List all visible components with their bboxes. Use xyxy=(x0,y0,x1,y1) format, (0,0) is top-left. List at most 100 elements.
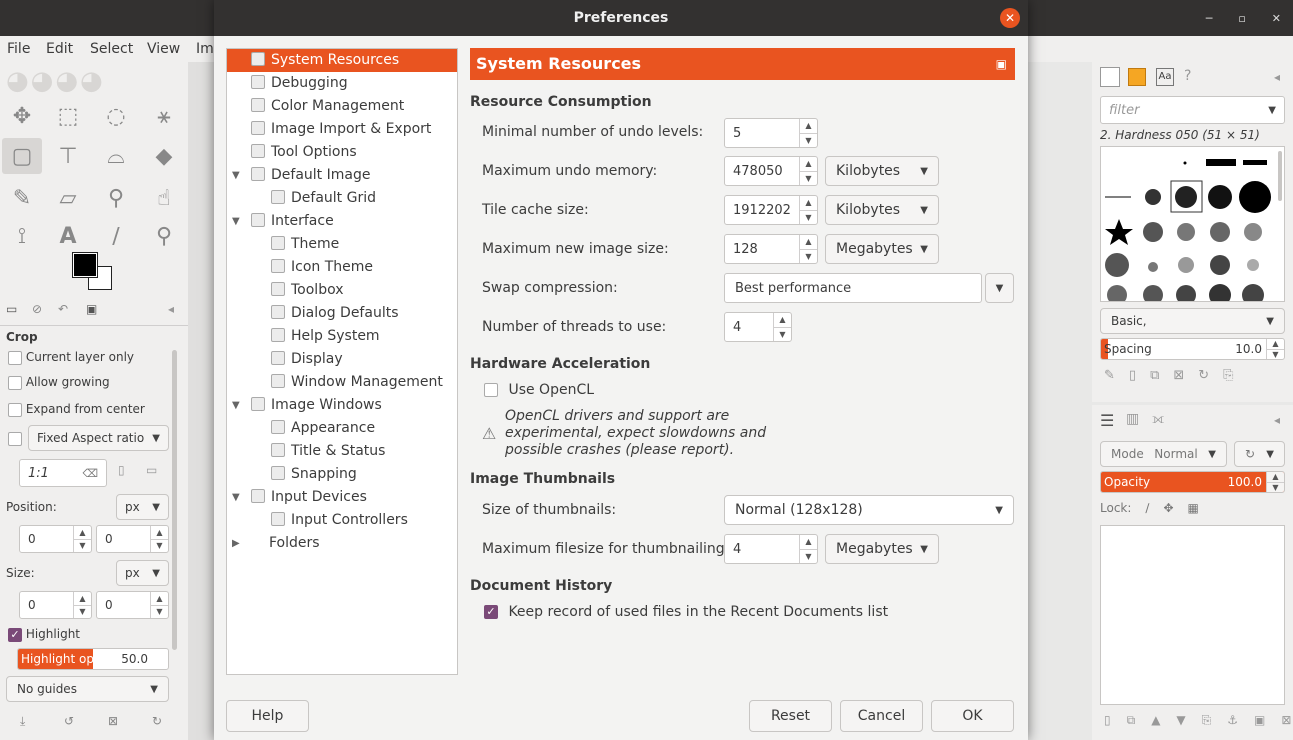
free-select-tool-icon[interactable]: ◌ xyxy=(98,100,134,132)
open-brush-as-image-icon[interactable]: ⎘ xyxy=(1223,368,1233,383)
decrement-icon[interactable]: ▼ xyxy=(1267,483,1284,493)
menu-file[interactable]: File xyxy=(7,41,30,57)
expand-from-center-row[interactable]: Expand from center xyxy=(8,402,145,417)
undo-memory-input[interactable]: 478050 ▲ ▼ xyxy=(724,156,818,186)
swap-compression-combo[interactable]: Best performance xyxy=(724,273,982,303)
highlight-opacity-slider[interactable]: Highlight opa… 50.0 xyxy=(17,648,169,670)
tile-cache-unit-dropdown[interactable]: Kilobytes ▼ xyxy=(825,195,939,225)
portrait-icon[interactable]: ▯ xyxy=(118,463,125,477)
rect-select-tool-icon[interactable]: ⬚ xyxy=(50,100,86,132)
max-image-size-spinner[interactable]: ▲ ▼ xyxy=(799,235,817,263)
expander-down-icon[interactable]: ▼ xyxy=(232,394,240,417)
paintbrush-tool-icon[interactable]: ✎ xyxy=(4,182,40,214)
threads-input[interactable]: 4 ▲ ▼ xyxy=(724,312,792,342)
reset-button[interactable]: Reset xyxy=(749,700,832,732)
crop-tool-icon[interactable]: ▢ xyxy=(2,138,42,174)
highlight-row[interactable]: ✓ Highlight xyxy=(8,627,80,642)
spacing-spinner[interactable]: ▲ ▼ xyxy=(1266,339,1284,359)
eraser-tool-icon[interactable]: ▱ xyxy=(50,182,86,214)
composite-mode-dropdown[interactable]: ↻ ▼ xyxy=(1234,441,1285,467)
decrement-icon[interactable]: ▼ xyxy=(151,606,168,619)
zoom-tool-icon[interactable]: ⚲ xyxy=(146,220,182,252)
smudge-tool-icon[interactable]: ☝ xyxy=(146,182,182,214)
ok-button[interactable]: OK xyxy=(931,700,1014,732)
menu-image[interactable]: Im xyxy=(196,41,214,57)
tree-item[interactable]: Icon Theme xyxy=(227,256,457,279)
size-width-spinner[interactable]: ▲ ▼ xyxy=(73,592,91,618)
clear-icon[interactable]: ⌫ xyxy=(82,467,98,480)
decrement-icon[interactable]: ▼ xyxy=(800,172,817,186)
channels-tab-icon[interactable]: ▥ xyxy=(1126,411,1139,427)
allow-growing-checkbox[interactable] xyxy=(8,375,22,390)
thumbnail-size-dropdown[interactable]: Normal (128x128) ▼ xyxy=(724,495,1014,525)
undo-memory-unit-dropdown[interactable]: Kilobytes ▼ xyxy=(825,156,939,186)
allow-growing-row[interactable]: Allow growing xyxy=(8,375,110,390)
minimize-icon[interactable]: ─ xyxy=(1206,12,1213,25)
tree-item[interactable]: ▼ Default Image xyxy=(227,164,457,187)
tree-item[interactable]: ▶ Folders xyxy=(227,532,457,555)
reset-options-icon[interactable]: ↻ xyxy=(152,714,162,728)
current-layer-only-checkbox[interactable] xyxy=(8,350,22,365)
tree-item[interactable]: Dialog Defaults xyxy=(227,302,457,325)
anchor-layer-icon[interactable]: ⚓ xyxy=(1227,713,1238,728)
brush-filter-input[interactable]: filter ▼ xyxy=(1100,96,1285,124)
thumbnail-filesize-input[interactable]: 4 ▲ ▼ xyxy=(724,534,818,564)
increment-icon[interactable]: ▲ xyxy=(800,119,817,134)
tree-item[interactable]: Title & Status xyxy=(227,440,457,463)
tab-menu-icon[interactable]: ◂ xyxy=(1274,70,1280,84)
tree-item[interactable]: ▼ Interface xyxy=(227,210,457,233)
restore-options-icon[interactable]: ↺ xyxy=(64,714,74,728)
edit-brush-icon[interactable]: ✎ xyxy=(1104,368,1115,383)
increment-icon[interactable]: ▲ xyxy=(800,157,817,172)
landscape-icon[interactable]: ▭ xyxy=(146,463,157,477)
menu-view[interactable]: View xyxy=(147,41,180,57)
increment-icon[interactable]: ▲ xyxy=(74,592,91,606)
lock-position-icon[interactable]: ✥ xyxy=(1163,501,1173,515)
size-unit-dropdown[interactable]: px ▼ xyxy=(116,560,169,586)
tool-options-tab-icon[interactable]: ▭ xyxy=(6,302,17,316)
position-y-input[interactable]: 0 ▲ ▼ xyxy=(96,525,169,553)
foreground-color-swatch[interactable] xyxy=(72,252,98,278)
tree-item[interactable]: Snapping xyxy=(227,463,457,486)
tree-item[interactable]: Default Grid xyxy=(227,187,457,210)
size-width-input[interactable]: 0 ▲ ▼ xyxy=(19,591,92,619)
delete-layer-icon[interactable]: ⊠ xyxy=(1281,713,1291,728)
decrement-icon[interactable]: ▼ xyxy=(774,328,791,342)
swap-compression-dropdown-button[interactable]: ▼ xyxy=(985,273,1014,303)
undo-memory-spinner[interactable]: ▲ ▼ xyxy=(799,157,817,185)
fixed-checkbox-row[interactable] xyxy=(8,431,22,446)
expander-down-icon[interactable]: ▼ xyxy=(232,164,240,187)
help-icon[interactable]: ? xyxy=(1184,68,1191,84)
images-tab-icon[interactable]: ▣ xyxy=(86,302,97,316)
tile-cache-spinner[interactable]: ▲ ▼ xyxy=(799,196,817,224)
guides-dropdown[interactable]: No guides ▼ xyxy=(6,676,169,702)
new-brush-icon[interactable]: ▯ xyxy=(1129,368,1136,383)
delete-options-icon[interactable]: ⊠ xyxy=(108,714,118,728)
tree-item[interactable]: Appearance xyxy=(227,417,457,440)
tool-options-scrollbar[interactable] xyxy=(172,350,177,650)
undo-levels-input[interactable]: 5 ▲ ▼ xyxy=(724,118,818,148)
current-layer-only-row[interactable]: Current layer only xyxy=(8,350,134,365)
refresh-brushes-icon[interactable]: ↻ xyxy=(1198,368,1209,383)
move-tool-icon[interactable]: ✥ xyxy=(4,100,40,132)
save-options-icon[interactable]: ⤓ xyxy=(20,714,25,729)
highlight-checkbox[interactable]: ✓ xyxy=(8,627,22,642)
decrement-icon[interactable]: ▼ xyxy=(800,550,817,564)
duplicate-brush-icon[interactable]: ⧉ xyxy=(1150,368,1159,383)
warp-tool-icon[interactable]: ⌓ xyxy=(98,140,134,172)
increment-icon[interactable]: ▲ xyxy=(151,592,168,606)
menu-edit[interactable]: Edit xyxy=(46,41,73,57)
use-opencl-row[interactable]: Use OpenCL xyxy=(484,382,594,398)
raise-layer-icon[interactable]: ▲ xyxy=(1151,713,1160,728)
tab-menu-icon[interactable]: ◂ xyxy=(1274,413,1280,427)
layers-tab-icon[interactable]: ☰ xyxy=(1100,411,1114,430)
transform-tool-icon[interactable]: ⊤ xyxy=(50,140,86,172)
tile-cache-input[interactable]: 1912202 ▲ ▼ xyxy=(724,195,818,225)
patterns-tab-icon[interactable] xyxy=(1128,68,1146,86)
tree-item[interactable]: Toolbox xyxy=(227,279,457,302)
menu-select[interactable]: Select xyxy=(90,41,133,57)
duplicate-layer-icon[interactable]: ⎘ xyxy=(1202,713,1212,728)
decrement-icon[interactable]: ▼ xyxy=(800,134,817,148)
position-x-spinner[interactable]: ▲ ▼ xyxy=(73,526,91,552)
decrement-icon[interactable]: ▼ xyxy=(74,540,91,553)
